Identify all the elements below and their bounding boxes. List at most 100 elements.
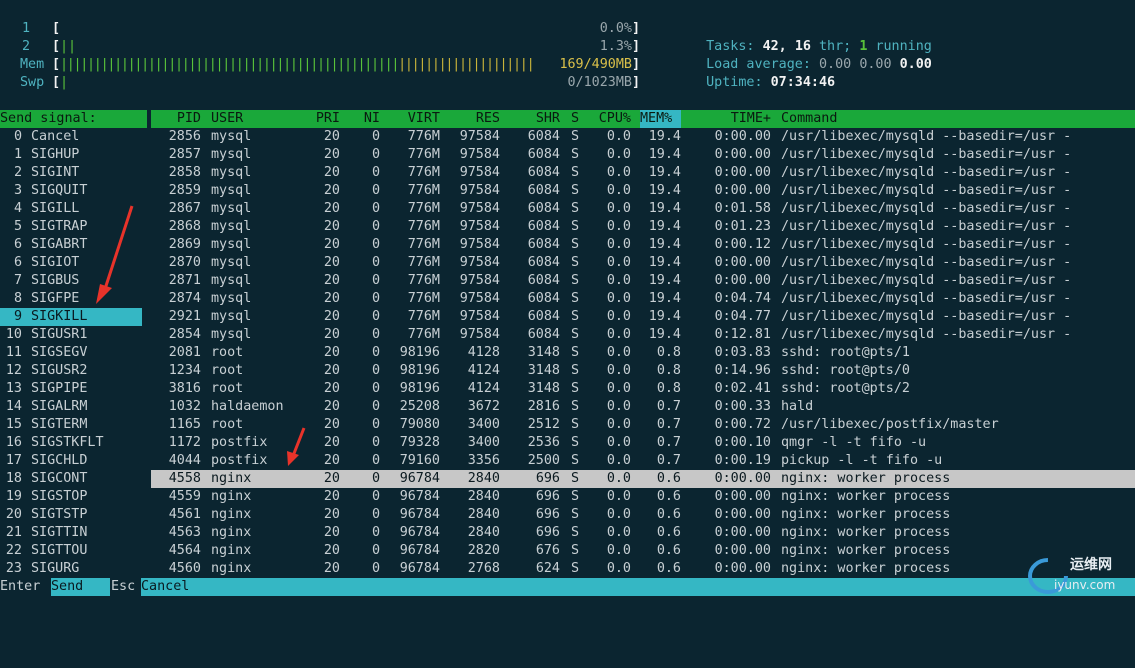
signal-item[interactable]: 9 SIGKILL [0, 308, 142, 326]
column-header-res[interactable]: RES [441, 110, 500, 128]
signal-item[interactable]: 11 SIGSEGV [0, 344, 142, 362]
column-header-user[interactable]: USER [211, 110, 301, 128]
cell-cpu: 0.0 [606, 507, 631, 522]
process-row[interactable]: 2858 mysql 20 0 776M 97584 6084 S 0.0 19.4 0:00.00… [151, 164, 1135, 182]
cell-ni: 0 [371, 561, 380, 576]
column-header-cpu[interactable]: CPU% [581, 110, 631, 128]
signal-item[interactable]: 10 SIGUSR1 [0, 326, 142, 344]
cell-cpu: 0.0 [606, 147, 631, 162]
column-header-command[interactable]: Command [781, 110, 901, 128]
swap-label: Swp [20, 75, 45, 90]
cell-pri: 20 [323, 147, 340, 162]
column-header-ni[interactable]: NI [341, 110, 380, 128]
process-row[interactable]: 2871 mysql 20 0 776M 97584 6084 S 0.0 19.4 0:00.00… [151, 272, 1135, 290]
column-header-pri[interactable]: PRI [291, 110, 340, 128]
cell-time: 0:02.41 [714, 381, 771, 396]
process-row[interactable]: 1234 root 20 0 98196 4124 3148 S 0.0 0.8 0:14.96 ss… [151, 362, 1135, 380]
process-row[interactable]: 2081 root 20 0 98196 4128 3148 S 0.0 0.8 0:03.83 ss… [151, 344, 1135, 362]
column-header-shr[interactable]: SHR [501, 110, 560, 128]
cell-pri: 20 [323, 489, 340, 504]
cpu1-label: 1 [21, 21, 30, 36]
cell-command: /usr/libexec/mysqld --basedir=/usr - [781, 201, 1072, 216]
cell-pri: 20 [323, 507, 340, 522]
process-row[interactable]: 4563 nginx 20 0 96784 2840 696 S 0.0 0.6 0:00.00 ng… [151, 524, 1135, 542]
cell-ni: 0 [371, 183, 380, 198]
memory-label: Mem [20, 57, 45, 72]
cell-user: nginx [211, 471, 252, 486]
cell-time: 0:00.00 [714, 471, 771, 486]
cell-command: /usr/libexec/mysqld --basedir=/usr - [781, 309, 1072, 324]
column-header-mem[interactable]: MEM% [640, 110, 681, 128]
process-row[interactable]: 1032 haldaemon 20 0 25208 3672 2816 S 0.0 0.7 0:00… [151, 398, 1135, 416]
process-row[interactable]: 4560 nginx 20 0 96784 2768 624 S 0.0 0.6 0:00.00 ng… [151, 560, 1135, 578]
process-row[interactable]: 2868 mysql 20 0 776M 97584 6084 S 0.0 19.4 0:01.23… [151, 218, 1135, 236]
process-row[interactable]: 2856 mysql 20 0 776M 97584 6084 S 0.0 19.4 0:00.00… [151, 128, 1135, 146]
cell-pid: 2870 [168, 255, 201, 270]
process-row[interactable]: 2921 mysql 20 0 776M 97584 6084 S 0.0 19.4 0:04.77… [151, 308, 1135, 326]
signal-number: 19 [5, 489, 22, 504]
cell-ni: 0 [371, 453, 380, 468]
column-header-virt[interactable]: VIRT [381, 110, 440, 128]
watermark-title: 运维网 [1070, 557, 1112, 573]
signal-item[interactable]: 20 SIGTSTP [0, 506, 142, 524]
cancel-button[interactable]: Cancel [141, 578, 1135, 596]
column-header-pid[interactable]: PID [151, 110, 201, 128]
process-row[interactable]: 2869 mysql 20 0 776M 97584 6084 S 0.0 19.4 0:00.12… [151, 236, 1135, 254]
process-row[interactable]: 2857 mysql 20 0 776M 97584 6084 S 0.0 19.4 0:00.00… [151, 146, 1135, 164]
process-table-header: PID USER PRI NI VIRT RES SHR S CPU% MEM%… [151, 110, 1135, 128]
cell-command: /usr/libexec/mysqld --basedir=/usr - [781, 237, 1072, 252]
signal-item[interactable]: 1 SIGHUP [0, 146, 142, 164]
send-button[interactable]: Send [51, 578, 110, 596]
process-row[interactable]: 2870 mysql 20 0 776M 97584 6084 S 0.0 19.4 0:00.00… [151, 254, 1135, 272]
signal-item[interactable]: 2 SIGINT [0, 164, 142, 182]
cell-time: 0:00.00 [714, 525, 771, 540]
signal-item[interactable]: 0 Cancel [0, 128, 142, 146]
annotation-arrow-nginx [287, 427, 306, 466]
cell-shr: 3148 [527, 363, 560, 378]
process-row[interactable]: 3816 root 20 0 98196 4124 3148 S 0.0 0.8 0:02.41 ss… [151, 380, 1135, 398]
cell-mem: 0.6 [656, 543, 681, 558]
cell-res: 97584 [459, 219, 500, 234]
cell-ni: 0 [371, 165, 380, 180]
signal-item[interactable]: 17 SIGCHLD [0, 452, 142, 470]
process-row[interactable]: 4558 nginx 20 0 96784 2840 696 S 0.0 0.6 0:00.00 ng… [151, 470, 1135, 488]
process-row[interactable]: 4559 nginx 20 0 96784 2840 696 S 0.0 0.6 0:00.00 ng… [151, 488, 1135, 506]
signal-item[interactable]: 21 SIGTTIN [0, 524, 142, 542]
cell-ni: 0 [371, 327, 380, 342]
process-row[interactable]: 4564 nginx 20 0 96784 2820 676 S 0.0 0.6 0:00.00 ng… [151, 542, 1135, 560]
cell-shr: 696 [535, 489, 560, 504]
column-header-time[interactable]: TIME+ [691, 110, 771, 128]
cell-cpu: 0.0 [606, 561, 631, 576]
load-average-line: Load average: 0.00 0.00 0.00 [690, 38, 932, 72]
signal-number: 16 [5, 435, 22, 450]
signal-name: SIGSTKFLT [31, 435, 104, 450]
process-row[interactable]: 2859 mysql 20 0 776M 97584 6084 S 0.0 19.4 0:00.00… [151, 182, 1135, 200]
cell-time: 0:00.00 [714, 129, 771, 144]
signal-item[interactable]: 3 SIGQUIT [0, 182, 142, 200]
signal-item[interactable]: 13 SIGPIPE [0, 380, 142, 398]
cpu2-label: 2 [21, 39, 30, 54]
signal-name: SIGINT [31, 165, 80, 180]
cell-pid: 4559 [168, 489, 201, 504]
cell-user: root [211, 381, 244, 396]
signal-item[interactable]: 14 SIGALRM [0, 398, 142, 416]
process-row[interactable]: 4561 nginx 20 0 96784 2840 696 S 0.0 0.6 0:00.00 ng… [151, 506, 1135, 524]
cell-command: /usr/libexec/postfix/master [781, 417, 999, 432]
cell-ni: 0 [371, 525, 380, 540]
signal-item[interactable]: 23 SIGURG [0, 560, 142, 578]
site-watermark: 运维网 iyunv.com [1026, 552, 1131, 598]
cell-time: 0:00.00 [714, 273, 771, 288]
signal-item[interactable]: 18 SIGCONT [0, 470, 142, 488]
process-row[interactable]: 2854 mysql 20 0 776M 97584 6084 S 0.0 19.4 0:12.81… [151, 326, 1135, 344]
signal-name: SIGSEGV [31, 345, 88, 360]
signal-item[interactable]: 16 SIGSTKFLT [0, 434, 142, 452]
cell-user: nginx [211, 543, 252, 558]
signal-item[interactable]: 15 SIGTERM [0, 416, 142, 434]
process-row[interactable]: 2874 mysql 20 0 776M 97584 6084 S 0.0 19.4 0:04.74… [151, 290, 1135, 308]
load-average-5: 0.00 [859, 57, 892, 72]
signal-item[interactable]: 12 SIGUSR2 [0, 362, 142, 380]
process-row[interactable]: 2867 mysql 20 0 776M 97584 6084 S 0.0 19.4 0:01.58… [151, 200, 1135, 218]
signal-item[interactable]: 22 SIGTTOU [0, 542, 142, 560]
signal-item[interactable]: 19 SIGSTOP [0, 488, 142, 506]
swap-bar: | [60, 75, 69, 90]
